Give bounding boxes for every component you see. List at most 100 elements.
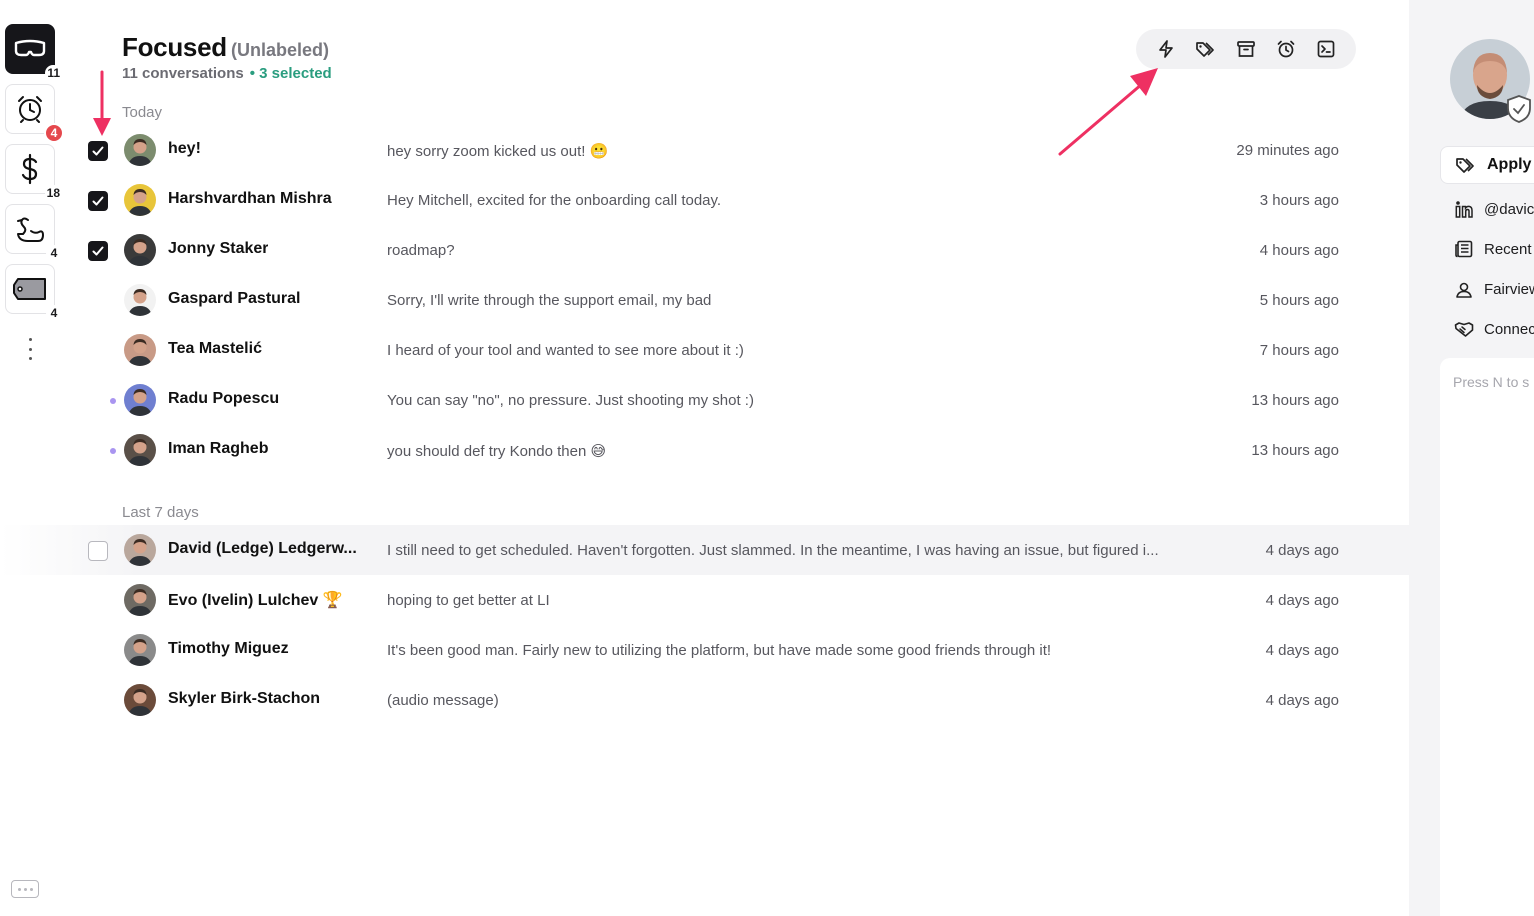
avatar[interactable] xyxy=(124,134,156,166)
notes-area[interactable]: Press N to s xyxy=(1440,358,1534,916)
timestamp: 13 hours ago xyxy=(1251,442,1339,459)
conversation-row[interactable]: Skyler Birk-Stachon (audio message) 4 days… xyxy=(0,675,1409,725)
avatar[interactable] xyxy=(124,584,156,616)
message-preview: You can say "no", no pressure. Just shoo… xyxy=(387,392,754,409)
checkmark-icon xyxy=(92,196,104,206)
snooze-icon xyxy=(1277,40,1295,58)
checkmark-icon xyxy=(92,246,104,256)
row-checkbox-checked[interactable] xyxy=(88,241,108,261)
row-checkbox[interactable] xyxy=(88,541,108,561)
conversation-row[interactable]: Evo (Ivelin) Lulchev 🏆 hoping to get bett… xyxy=(0,575,1409,625)
timestamp: 3 hours ago xyxy=(1259,192,1339,209)
terminal-button[interactable] xyxy=(1312,35,1340,63)
rail-item-focused[interactable]: 11 xyxy=(5,24,62,81)
conversation-row[interactable]: Iman Ragheb you should def try Kondo then… xyxy=(0,425,1409,475)
message-preview: you should def try Kondo then 😅 xyxy=(387,443,607,460)
lightning-icon xyxy=(1159,40,1173,58)
archive-button[interactable] xyxy=(1232,35,1260,63)
contact-connection[interactable]: Connec xyxy=(1454,317,1534,341)
timestamp: 4 days ago xyxy=(1265,642,1339,659)
location-icon xyxy=(1456,282,1472,298)
contact-connection-text: Connec xyxy=(1484,320,1534,338)
section-label-today: Today xyxy=(122,104,163,121)
timestamp: 5 hours ago xyxy=(1259,292,1339,309)
notes-placeholder: Press N to s xyxy=(1453,374,1530,390)
conversation-row[interactable]: Gaspard Pastural Sorry, I'll write throug… xyxy=(0,275,1409,325)
conversation-meta: 11 conversations • 3 selected xyxy=(122,65,332,82)
contact-recent[interactable]: Recent xyxy=(1454,237,1532,261)
message-preview: roadmap? xyxy=(387,242,455,259)
conversation-row[interactable]: Jonny Staker roadmap? 4 hours ago xyxy=(0,225,1409,275)
conversation-count: 11 conversations xyxy=(122,65,244,82)
linkedin-icon xyxy=(1455,201,1473,218)
row-checkbox-checked[interactable] xyxy=(88,191,108,211)
conversation-row[interactable]: Radu Popescu You can say "no", no pressur… xyxy=(0,375,1409,425)
message-preview: I still need to get scheduled. Haven't f… xyxy=(387,542,1159,559)
labels-button[interactable] xyxy=(1192,35,1220,63)
labels-icon xyxy=(1456,158,1474,173)
avatar[interactable] xyxy=(124,184,156,216)
contact-location-text: Fairview xyxy=(1484,280,1534,298)
avatar[interactable] xyxy=(124,284,156,316)
apply-label-text: Apply l xyxy=(1487,156,1534,173)
unread-dot xyxy=(110,398,116,404)
timestamp: 4 days ago xyxy=(1265,592,1339,609)
contact-linkedin[interactable]: @davic xyxy=(1454,197,1534,221)
conversation-row[interactable]: Timothy Miguez It's been good man. Fairly… xyxy=(0,625,1409,675)
conversation-row[interactable]: Tea Mastelić I heard of your tool and wan… xyxy=(0,325,1409,375)
bulk-action-toolbar xyxy=(1136,29,1356,69)
message-preview: Hey Mitchell, excited for the onboarding… xyxy=(387,192,722,209)
selected-count: • 3 selected xyxy=(249,65,332,82)
unread-dot xyxy=(110,448,116,454)
apply-label-button[interactable]: Apply l xyxy=(1440,146,1534,184)
verified-shield-icon xyxy=(1507,95,1531,123)
message-preview: It's been good man. Fairly new to utiliz… xyxy=(387,642,1052,659)
avatar[interactable] xyxy=(124,684,156,716)
contact-location[interactable]: Fairview xyxy=(1454,277,1534,301)
timestamp: 13 hours ago xyxy=(1251,392,1339,409)
message-preview: hoping to get better at LI xyxy=(387,592,550,609)
contact-name: Gaspard Pastural xyxy=(168,290,301,307)
handshake-icon xyxy=(1454,322,1474,337)
message-preview: hey sorry zoom kicked us out! 😬 xyxy=(387,143,609,160)
message-preview: (audio message) xyxy=(387,692,499,709)
keyboard-icon[interactable] xyxy=(11,880,39,898)
rail-count: 11 xyxy=(45,65,62,81)
avatar[interactable] xyxy=(124,534,156,566)
row-checkbox-checked[interactable] xyxy=(88,141,108,161)
contact-name: David (Ledge) Ledgerw... xyxy=(168,540,357,557)
page-title: Focused xyxy=(122,32,227,62)
timestamp: 4 days ago xyxy=(1265,542,1339,559)
conversation-row[interactable]: hey! hey sorry zoom kicked us out! 😬 29 mi… xyxy=(0,125,1409,175)
conversation-row[interactable]: David (Ledge) Ledgerw... I still need to … xyxy=(0,525,1409,575)
message-preview: I heard of your tool and wanted to see m… xyxy=(387,342,744,359)
conversation-row[interactable]: Harshvardhan Mishra Hey Mitchell, excited… xyxy=(0,175,1409,225)
contact-name: Skyler Birk-Stachon xyxy=(168,690,321,707)
page-subtitle: (Unlabeled) xyxy=(231,40,330,60)
avatar[interactable] xyxy=(124,634,156,666)
contact-name: Radu Popescu xyxy=(168,390,280,407)
goggles-icon xyxy=(14,39,46,57)
avatar[interactable] xyxy=(124,384,156,416)
alarm-clock-icon xyxy=(18,96,42,123)
labels-icon xyxy=(1196,42,1214,57)
timestamp: 29 minutes ago xyxy=(1236,142,1339,159)
lightning-button[interactable] xyxy=(1152,35,1180,63)
avatar[interactable] xyxy=(124,334,156,366)
avatar[interactable] xyxy=(124,234,156,266)
message-preview: Sorry, I'll write through the support em… xyxy=(387,292,712,309)
contact-name: Jonny Staker xyxy=(168,240,269,257)
contact-name: Harshvardhan Mishra xyxy=(168,190,332,207)
timestamp: 4 hours ago xyxy=(1259,242,1339,259)
timestamp: 7 hours ago xyxy=(1259,342,1339,359)
contact-name: Timothy Miguez xyxy=(168,640,289,657)
news-icon xyxy=(1455,240,1473,258)
avatar[interactable] xyxy=(124,434,156,466)
terminal-icon xyxy=(1317,40,1335,58)
contact-name: Tea Mastelić xyxy=(168,340,262,357)
contact-name: Iman Ragheb xyxy=(168,440,269,457)
timestamp: 4 days ago xyxy=(1265,692,1339,709)
archive-icon xyxy=(1237,41,1255,57)
contact-linkedin-text: @davic xyxy=(1484,200,1534,218)
snooze-button[interactable] xyxy=(1272,35,1300,63)
